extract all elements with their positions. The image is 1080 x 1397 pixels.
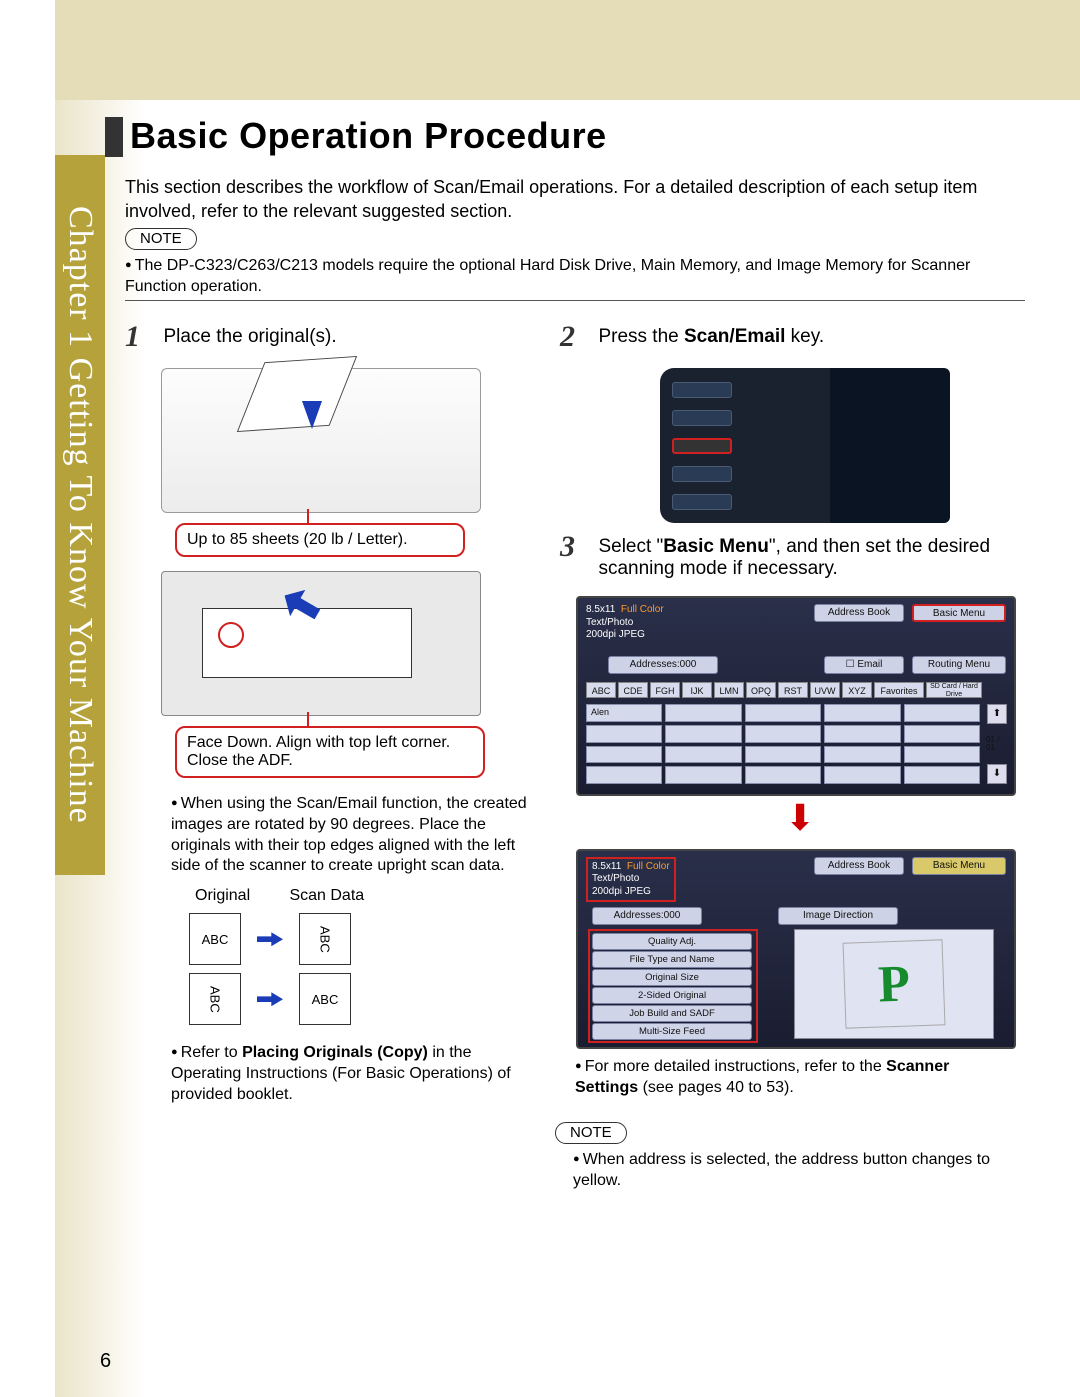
callout-adf-capacity: Up to 85 sheets (20 lb / Letter).: [175, 523, 465, 557]
mini-scan-1: ABC: [299, 913, 351, 965]
screen2-menu-quality: Quality Adj.: [592, 933, 752, 950]
title-marker: [105, 117, 123, 157]
panel-button: [672, 382, 732, 398]
step-2-text: Press the Scan/Email key.: [598, 326, 824, 348]
callout-glass-facedown: Face Down. Align with top left corner. C…: [175, 726, 485, 778]
glass-corner-circle-icon: [218, 622, 244, 648]
note-text-top: The DP-C323/C263/C213 models require the…: [125, 256, 1025, 298]
step-1: 1 Place the original(s). Up to 85 sheets…: [125, 320, 545, 1106]
step-3: 3 Select "Basic Menu", and then set the …: [560, 530, 1030, 1049]
figure-screen-2: 8.5x11 Full Color Text/Photo 200dpi JPEG…: [576, 849, 1016, 1049]
figure-glass: [161, 571, 481, 716]
step-3-text: Select "Basic Menu", and then set the de…: [598, 536, 1008, 580]
step-3-number: 3: [560, 530, 594, 564]
mini-original-2: ABC: [189, 973, 241, 1025]
note-block-top: NOTE The DP-C323/C263/C213 models requir…: [125, 228, 1025, 298]
screen2-address-book-button: Address Book: [814, 857, 904, 875]
adf-paper-stack: [237, 356, 357, 432]
mini-diagram-row-2: ABC ABC: [189, 973, 545, 1025]
step-2-number: 2: [560, 320, 594, 354]
screen2-status-highlight: 8.5x11 Full Color Text/Photo 200dpi JPEG: [586, 857, 676, 903]
screen2-menu-multisize: Multi-Size Feed: [592, 1023, 752, 1040]
heading-scan-data: Scan Data: [289, 887, 364, 904]
flow-arrow-down-icon: ⬇: [785, 804, 1030, 833]
chapter-side-tab-text: Chapter 1 Getting To Know Your Machine: [61, 206, 99, 824]
screen1-address-grid: Alen: [586, 704, 980, 784]
screen1-address-entry: Alen: [586, 704, 662, 722]
figure-control-panel: [660, 368, 830, 523]
horizontal-rule: [125, 300, 1025, 301]
page-title: Basic Operation Procedure: [130, 115, 607, 157]
scroll-up-icon: ⬆: [987, 704, 1007, 724]
step-1-bullet-2: Refer to Placing Originals (Copy) in the…: [171, 1043, 531, 1105]
screen2-preview-page: P: [843, 939, 946, 1028]
screen2-menu-origsize: Original Size: [592, 969, 752, 986]
screen2-basic-menu-button: Basic Menu: [912, 857, 1006, 875]
step-3-bullet: For more detailed instructions, refer to…: [575, 1057, 1005, 1099]
step-1-number: 1: [125, 320, 159, 354]
panel-button: [672, 466, 732, 482]
panel-button: [672, 494, 732, 510]
chapter-side-tab: Chapter 1 Getting To Know Your Machine: [55, 155, 105, 875]
screen2-menu-jobbuild: Job Build and SADF: [592, 1005, 752, 1022]
adf-arrow-icon: [302, 401, 322, 429]
mini-original-1: ABC: [189, 913, 241, 965]
screen1-address-book-button: Address Book: [814, 604, 904, 622]
figure-screen-1: 8.5x11 Full Color Text/Photo 200dpi JPEG…: [576, 596, 1016, 796]
mini-arrow-icon: [257, 932, 283, 946]
mini-diagram-headings: Original Scan Data: [195, 887, 545, 905]
scroll-down-icon: ⬇: [987, 764, 1007, 784]
note-block-bottom: NOTE When address is selected, the addre…: [555, 1122, 1005, 1192]
note-text-bottom: When address is selected, the address bu…: [573, 1150, 1005, 1192]
panel-scan-email-button: [672, 438, 732, 454]
screen1-addresses-counter: Addresses:000: [608, 656, 718, 674]
screen1-basic-menu-button: Basic Menu: [912, 604, 1006, 622]
mini-diagram-row-1: ABC ABC: [189, 913, 545, 965]
figure-adf: [161, 368, 481, 513]
screen1-email-button: ☐ Email: [824, 656, 904, 674]
mini-arrow-icon: [257, 992, 283, 1006]
step-1-bullet-1: When using the Scan/Email function, the …: [171, 794, 531, 877]
mini-scan-2: ABC: [299, 973, 351, 1025]
intro-paragraph: This section describes the workflow of S…: [125, 175, 1025, 224]
page-number: 6: [100, 1350, 111, 1373]
screen1-alpha-tabs: ABC CDE FGH IJK LMN OPQ RST UVW XYZ Favo…: [586, 682, 982, 698]
step-2: 2 Press the Scan/Email key.: [560, 320, 1020, 523]
screen2-addresses-counter: Addresses:000: [592, 907, 702, 925]
step-1-text: Place the original(s).: [163, 326, 336, 348]
note-label: NOTE: [555, 1122, 627, 1144]
screen2-image-direction: Image Direction: [778, 907, 898, 925]
top-header-band: [55, 0, 1080, 100]
screen1-scroll: ⬆ 01 / 01 ⬇: [986, 704, 1008, 784]
screen2-menu-filetype: File Type and Name: [592, 951, 752, 968]
screen2-preview-area: P: [794, 929, 994, 1039]
heading-original: Original: [195, 887, 285, 905]
note-label: NOTE: [125, 228, 197, 250]
panel-button: [672, 410, 732, 426]
screen2-menu-2sided: 2-Sided Original: [592, 987, 752, 1004]
screen1-routing-menu-button: Routing Menu: [912, 656, 1006, 674]
screen1-status: 8.5x11 Full Color Text/Photo 200dpi JPEG: [586, 604, 664, 642]
